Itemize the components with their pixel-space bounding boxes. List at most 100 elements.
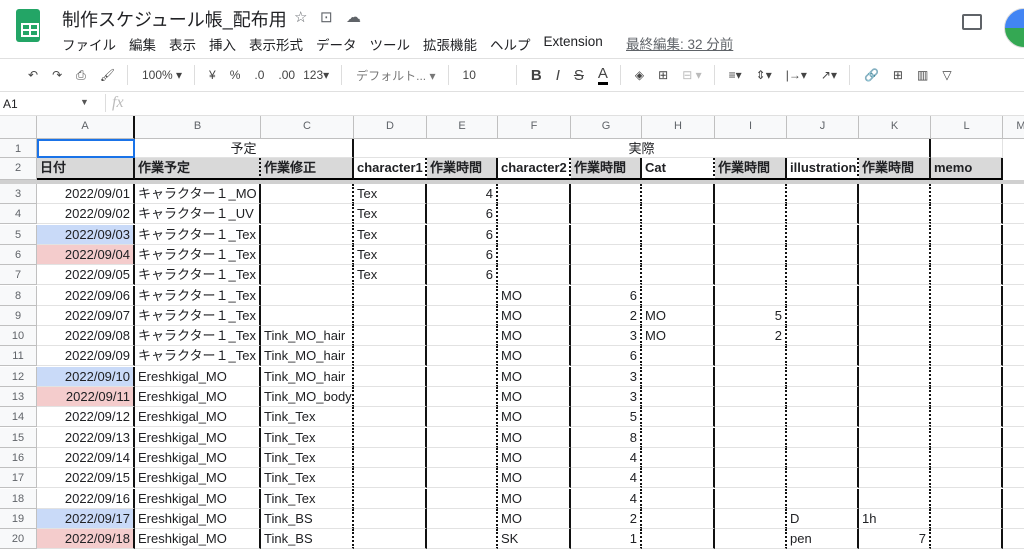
table-cell[interactable]: 6 — [427, 224, 498, 245]
merged-header-actual[interactable]: 実際 — [354, 139, 931, 158]
table-cell[interactable]: 2022/09/14 — [37, 447, 135, 468]
row-header[interactable]: 4 — [0, 204, 37, 225]
table-cell[interactable] — [354, 508, 427, 529]
table-cell[interactable]: 2 — [571, 508, 642, 529]
table-cell[interactable] — [931, 224, 1003, 245]
table-cell[interactable] — [1003, 529, 1024, 550]
row-header[interactable]: 17 — [0, 468, 37, 489]
table-cell[interactable]: 6 — [427, 265, 498, 286]
menu-item[interactable]: 挿入 — [209, 34, 236, 54]
table-cell[interactable] — [859, 204, 931, 225]
table-cell[interactable] — [787, 346, 859, 367]
table-cell[interactable] — [261, 265, 354, 286]
table-cell[interactable] — [1003, 387, 1024, 407]
table-cell[interactable]: 8 — [571, 427, 642, 448]
table-cell[interactable]: Tex — [354, 224, 427, 245]
table-cell[interactable]: MO — [642, 326, 715, 347]
row-header[interactable]: 14 — [0, 407, 37, 428]
table-cell[interactable] — [715, 387, 787, 407]
font-select[interactable]: デフォルト... ▾ — [356, 67, 435, 84]
table-cell[interactable] — [715, 265, 787, 286]
table-cell[interactable] — [787, 305, 859, 326]
table-cell[interactable] — [787, 407, 859, 428]
table-cell[interactable] — [859, 244, 931, 265]
table-cell[interactable]: Ereshkigal_MO — [135, 387, 261, 407]
table-cell[interactable] — [354, 407, 427, 428]
table-cell[interactable] — [859, 184, 931, 204]
merge-cells-icon[interactable]: ⊟ ▾ — [682, 68, 701, 82]
table-cell[interactable] — [859, 488, 931, 509]
font-size-select[interactable]: 10 — [463, 68, 476, 82]
select-all-corner[interactable] — [0, 116, 37, 139]
table-cell[interactable] — [1003, 428, 1024, 448]
link-icon[interactable]: 🔗 — [864, 68, 879, 82]
row-header[interactable]: 16 — [0, 447, 37, 468]
table-cell[interactable]: MO — [498, 305, 571, 326]
table-cell[interactable] — [261, 305, 354, 326]
table-cell[interactable] — [261, 204, 354, 225]
table-cell[interactable]: 3 — [571, 387, 642, 407]
table-cell[interactable] — [642, 427, 715, 448]
text-color-icon[interactable]: A — [597, 65, 608, 85]
table-cell[interactable] — [1003, 286, 1024, 306]
table-cell[interactable] — [354, 468, 427, 489]
table-cell[interactable]: MO — [498, 366, 571, 387]
menu-item[interactable]: 表示形式 — [249, 34, 303, 54]
table-cell[interactable] — [715, 184, 787, 204]
table-cell[interactable] — [787, 468, 859, 489]
row-header[interactable]: 11 — [0, 346, 37, 367]
table-cell[interactable]: Tink_Tex — [261, 407, 354, 428]
table-cell[interactable] — [787, 387, 859, 407]
undo-icon[interactable]: ↶ — [28, 68, 38, 82]
column-title[interactable]: 作業時間 — [715, 158, 787, 180]
filter-icon[interactable]: ▽ — [942, 68, 951, 82]
table-cell[interactable] — [354, 447, 427, 468]
table-cell[interactable]: キャラクター１_Tex — [135, 285, 261, 306]
table-cell[interactable] — [931, 447, 1003, 468]
table-cell[interactable] — [642, 204, 715, 225]
table-cell[interactable]: Tink_MO_hair — [261, 366, 354, 387]
table-cell[interactable] — [642, 366, 715, 387]
table-cell[interactable]: キャラクター１_Tex — [135, 346, 261, 367]
menu-item[interactable]: Extension — [544, 34, 603, 54]
table-cell[interactable] — [261, 224, 354, 245]
table-cell[interactable]: 2022/09/12 — [37, 407, 135, 428]
table-cell[interactable]: 2022/09/01 — [37, 184, 135, 204]
table-cell[interactable]: 2022/09/18 — [37, 529, 135, 550]
table-cell[interactable]: MO — [498, 285, 571, 306]
column-title[interactable]: illustration — [787, 158, 859, 180]
table-cell[interactable] — [642, 265, 715, 286]
text-wrap-icon[interactable]: |→▾ — [786, 68, 807, 82]
table-cell[interactable] — [1003, 489, 1024, 509]
table-cell[interactable] — [787, 224, 859, 245]
column-title[interactable]: 日付 — [37, 158, 135, 180]
table-cell[interactable] — [642, 387, 715, 407]
table-cell[interactable] — [787, 447, 859, 468]
name-box[interactable]: A1 — [3, 97, 18, 111]
table-cell[interactable]: キャラクター１_UV — [135, 204, 261, 225]
table-cell[interactable]: 2022/09/11 — [37, 387, 135, 407]
table-cell[interactable] — [931, 387, 1003, 407]
table-cell[interactable]: 1 — [571, 529, 642, 550]
print-icon[interactable]: ⎙ — [76, 68, 86, 83]
table-cell[interactable] — [787, 244, 859, 265]
table-cell[interactable] — [354, 529, 427, 550]
table-cell[interactable] — [571, 224, 642, 245]
table-cell[interactable]: MO — [498, 387, 571, 407]
table-cell[interactable] — [427, 366, 498, 387]
table-cell[interactable] — [931, 244, 1003, 265]
table-cell[interactable]: 2022/09/09 — [37, 346, 135, 367]
table-cell[interactable] — [931, 488, 1003, 509]
table-cell[interactable] — [1003, 367, 1024, 387]
table-cell[interactable]: Ereshkigal_MO — [135, 407, 261, 428]
table-cell[interactable] — [354, 285, 427, 306]
table-cell[interactable] — [354, 427, 427, 448]
table-cell[interactable] — [642, 508, 715, 529]
table-cell[interactable] — [931, 326, 1003, 347]
borders-icon[interactable]: ⊞ — [658, 68, 668, 82]
table-cell[interactable] — [715, 407, 787, 428]
table-cell[interactable] — [571, 204, 642, 225]
meet-icon[interactable] — [1004, 8, 1024, 48]
table-cell[interactable]: 2022/09/15 — [37, 468, 135, 489]
vertical-align-icon[interactable]: ⇕▾ — [756, 68, 772, 82]
